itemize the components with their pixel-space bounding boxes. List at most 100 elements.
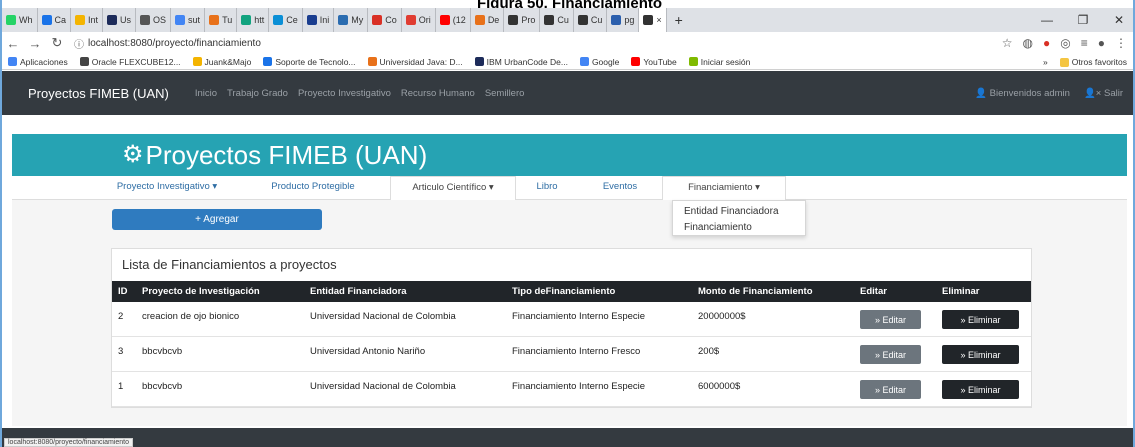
tab-label: OS xyxy=(153,15,167,25)
bookmarks-more-icon[interactable]: » xyxy=(1043,57,1048,67)
delete-button[interactable]: » Eliminar xyxy=(942,380,1019,399)
browser-tab[interactable]: Tu xyxy=(205,8,238,32)
section-tab[interactable]: Financiamiento ▾ xyxy=(662,176,786,200)
navbar-link-recurso-humano[interactable]: Recurso Humano xyxy=(401,88,475,99)
tab-favicon xyxy=(508,15,519,25)
browser-tab[interactable]: htt xyxy=(237,8,270,32)
tab-label: Tu xyxy=(222,15,233,25)
section-tab[interactable]: Eventos xyxy=(598,176,642,200)
browser-tab[interactable]: sut xyxy=(171,8,206,32)
browser-tab[interactable]: Int xyxy=(71,8,104,32)
navbar-link-inicio[interactable]: Inicio xyxy=(195,88,217,99)
extension-icon[interactable]: ◍ xyxy=(1023,36,1033,50)
bookmark-item[interactable]: Soporte de Tecnolo... xyxy=(263,56,356,67)
section-tab[interactable]: Articulo Científico ▾ xyxy=(390,176,516,200)
browser-tab[interactable]: Ini xyxy=(303,8,335,32)
tab-label: pg xyxy=(624,15,635,25)
dropdown-item[interactable]: Financiamiento xyxy=(673,220,805,236)
opera-icon[interactable]: ● xyxy=(1043,36,1050,50)
extension-icon-2[interactable]: ◎ xyxy=(1060,36,1070,50)
bookmark-item[interactable]: Iniciar sesión xyxy=(688,57,750,67)
browser-tab-active[interactable]: × xyxy=(639,8,667,32)
profile-avatar-icon[interactable]: ● xyxy=(1098,36,1105,50)
other-bookmarks-label: Otros favoritos xyxy=(1071,57,1127,67)
section-tab[interactable]: Proyecto Investigativo ▾ xyxy=(112,176,222,200)
browser-tab[interactable]: Cu xyxy=(574,8,608,32)
folder-icon xyxy=(1059,57,1069,67)
other-bookmarks[interactable]: Otros favoritos xyxy=(1059,57,1127,67)
reload-icon[interactable]: ↻ xyxy=(46,35,68,51)
browser-tab[interactable]: Cu xyxy=(540,8,574,32)
edit-button[interactable]: » Editar xyxy=(860,380,921,399)
bookmark-label: Soporte de Tecnolo... xyxy=(275,56,356,67)
browser-tab[interactable]: (12 xyxy=(436,8,471,32)
bookmark-label: YouTube xyxy=(643,56,677,67)
table-cell-entidad: Universidad Nacional de Colombia xyxy=(310,381,456,392)
bookmark-item[interactable]: Google xyxy=(579,57,619,67)
browser-tab[interactable]: Ca xyxy=(38,8,72,32)
playlist-icon[interactable]: ≡ xyxy=(1081,36,1088,50)
bookmark-label: Juank&Majo xyxy=(204,56,252,67)
table-cell-id: 2 xyxy=(118,311,124,322)
bookmark-favicon xyxy=(474,57,484,66)
bookmark-item[interactable]: Aplicaciones xyxy=(8,57,68,67)
browser-tab[interactable]: OS xyxy=(136,8,172,32)
section-tab[interactable]: Libro xyxy=(532,176,562,200)
browser-tab[interactable]: Ce xyxy=(269,8,303,32)
info-icon[interactable]: ⓘ xyxy=(74,36,84,51)
browser-tab[interactable]: Co xyxy=(368,8,402,32)
dropdown-item[interactable]: Entidad Financiadora xyxy=(673,204,805,220)
bookmark-item[interactable]: Universidad Java: D... xyxy=(367,57,463,67)
navbar-link-trabajo-grado[interactable]: Trabajo Grado xyxy=(227,88,288,99)
forward-icon[interactable]: → xyxy=(24,36,46,51)
column-header: Monto de Financiamiento xyxy=(698,286,813,297)
bookmark-item[interactable]: YouTube xyxy=(631,56,677,67)
table-cell-proyecto: creacion de ojo bionico xyxy=(142,311,240,322)
delete-button[interactable]: » Eliminar xyxy=(942,310,1019,329)
tab-label: Int xyxy=(88,15,99,25)
edit-button[interactable]: » Editar xyxy=(860,310,921,329)
gear-icon: ⚙ xyxy=(122,141,144,168)
table-cell-tipo: Financiamiento Interno Especie xyxy=(512,311,646,322)
browser-tab[interactable]: Pro xyxy=(504,8,541,32)
new-tab-icon[interactable]: + xyxy=(675,12,683,28)
browser-tab[interactable]: My xyxy=(334,8,369,32)
tab-label: Cu xyxy=(590,15,603,25)
tab-favicon xyxy=(107,15,118,25)
navbar-link-proyecto-investigativo[interactable]: Proyecto Investigativo xyxy=(298,88,391,99)
url-field[interactable]: ⓘ localhost:8080/proyecto/financiamiento xyxy=(74,36,261,51)
tab-favicon xyxy=(209,15,220,25)
menu-icon[interactable]: ⋮ xyxy=(1115,36,1127,50)
edit-button[interactable]: » Editar xyxy=(860,345,921,364)
bookmark-item[interactable]: Juank&Majo xyxy=(192,56,252,67)
star-icon[interactable]: ☆ xyxy=(1002,36,1013,50)
table-cell-tipo: Financiamiento Interno Fresco xyxy=(512,346,641,357)
navbar-brand[interactable]: Proyectos FIMEB (UAN) xyxy=(28,86,169,101)
bookmark-item[interactable]: Oracle FLEXCUBE12... xyxy=(79,57,181,67)
browser-tab[interactable]: Ori xyxy=(402,8,436,32)
minimize-icon[interactable]: — xyxy=(1029,8,1065,32)
maximize-icon[interactable]: ❐ xyxy=(1065,8,1101,32)
welcome-user[interactable]: 👤 Bienvenidos admin xyxy=(975,88,1070,99)
page: Figura 50. Financiamiento Wh Ca Int Us OS sut… xyxy=(0,0,1135,447)
bookmark-favicon xyxy=(8,57,17,66)
table-cell-id: 1 xyxy=(118,381,124,392)
bookmark-item[interactable]: IBM UrbanCode De... xyxy=(474,57,568,67)
section-tab[interactable]: Producto Protegible xyxy=(268,176,358,200)
browser-tab[interactable]: pg xyxy=(607,8,640,32)
browser-tab[interactable]: Wh xyxy=(2,8,38,32)
address-bar: ← → ↻ ⓘ localhost:8080/proyecto/financia… xyxy=(2,32,1133,54)
add-button[interactable]: + Agregar xyxy=(112,209,322,230)
tab-close-icon[interactable]: × xyxy=(656,15,661,25)
close-window-icon[interactable]: ✕ xyxy=(1101,8,1133,32)
logout-link[interactable]: 👤× Salir xyxy=(1084,88,1123,99)
tab-label: (12 xyxy=(452,15,466,25)
window-controls: — ❐ ✕ xyxy=(1029,8,1133,32)
back-icon[interactable]: ← xyxy=(2,36,24,51)
browser-tab[interactable]: Us xyxy=(103,8,137,32)
navbar-link-semillero[interactable]: Semillero xyxy=(485,88,525,99)
tab-label: De xyxy=(487,15,500,25)
bookmark-favicon xyxy=(579,57,589,66)
browser-tab[interactable]: De xyxy=(471,8,505,32)
delete-button[interactable]: » Eliminar xyxy=(942,345,1019,364)
